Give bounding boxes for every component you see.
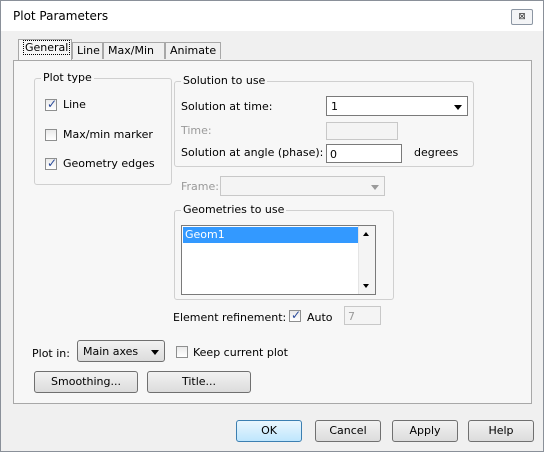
- geometry-edges-label: Geometry edges: [63, 157, 155, 170]
- solution-time-label: Solution at time:: [181, 100, 273, 113]
- title-button[interactable]: Title...: [147, 371, 251, 393]
- solution-group: Solution to use Solution at time: 1 Time…: [174, 74, 474, 167]
- chevron-down-icon: [371, 185, 379, 190]
- tab-max-min[interactable]: Max/Min: [103, 42, 165, 59]
- keep-current-plot-label: Keep current plot: [193, 346, 288, 359]
- frame-label: Frame:: [181, 180, 219, 193]
- tab-line[interactable]: Line: [72, 42, 103, 59]
- dialog-title: Plot Parameters: [13, 9, 109, 23]
- line-label: Line: [63, 98, 86, 111]
- close-icon: ⊠: [518, 12, 526, 22]
- tab-animate[interactable]: Animate: [165, 42, 221, 59]
- angle-label: Solution at angle (phase):: [181, 146, 324, 159]
- auto-label: Auto: [307, 311, 333, 324]
- apply-button[interactable]: Apply: [392, 420, 458, 442]
- plot-parameters-dialog: Plot Parameters ⊠ General Line Max/Min A…: [0, 0, 544, 452]
- auto-checkbox[interactable]: ✓: [289, 308, 302, 322]
- help-button[interactable]: Help: [468, 420, 534, 442]
- checkmark-icon: ✓: [46, 156, 58, 170]
- plot-type-group: Plot type ✓ Line Max/min marker ✓ Geomet…: [34, 71, 172, 185]
- plot-type-title: Plot type: [41, 71, 94, 84]
- close-button[interactable]: ⊠: [511, 9, 533, 25]
- ok-button[interactable]: OK: [236, 420, 302, 442]
- frame-select[interactable]: [220, 176, 385, 196]
- geometries-list[interactable]: Geom1: [181, 225, 376, 295]
- cancel-button[interactable]: Cancel: [315, 420, 381, 442]
- line-checkbox[interactable]: ✓: [45, 97, 58, 111]
- general-tab-panel: Plot type ✓ Line Max/min marker ✓ Geomet…: [13, 60, 532, 404]
- list-item[interactable]: Geom1: [183, 227, 358, 243]
- geometries-group: Geometries to use Geom1: [174, 203, 394, 300]
- keep-current-plot-checkbox[interactable]: [176, 346, 188, 358]
- chevron-down-icon: [151, 350, 159, 355]
- plot-in-label: Plot in:: [32, 347, 70, 360]
- refinement-input[interactable]: 7: [344, 306, 381, 325]
- chevron-down-icon: [454, 105, 462, 110]
- title-bar: Plot Parameters ⊠: [1, 1, 543, 31]
- plot-in-select[interactable]: Main axes: [77, 340, 165, 362]
- solution-time-select[interactable]: 1: [326, 96, 468, 116]
- scrollbar[interactable]: [358, 226, 375, 294]
- solution-title: Solution to use: [181, 74, 268, 87]
- angle-unit-label: degrees: [414, 146, 459, 159]
- time-input[interactable]: [326, 122, 398, 140]
- checkmark-icon: ✓: [290, 308, 302, 322]
- scroll-down-icon[interactable]: [363, 284, 369, 288]
- element-refinement-label: Element refinement:: [173, 311, 287, 324]
- tab-general[interactable]: General: [18, 39, 72, 60]
- max-min-marker-label: Max/min marker: [63, 128, 153, 141]
- smoothing-button[interactable]: Smoothing...: [34, 371, 138, 393]
- max-min-marker-checkbox[interactable]: [45, 129, 57, 141]
- checkmark-icon: ✓: [46, 97, 58, 111]
- geometry-edges-checkbox[interactable]: ✓: [45, 156, 58, 170]
- angle-input[interactable]: 0: [326, 144, 402, 163]
- scroll-up-icon[interactable]: [363, 232, 369, 236]
- geometries-title: Geometries to use: [181, 203, 287, 216]
- time-label: Time:: [181, 124, 212, 137]
